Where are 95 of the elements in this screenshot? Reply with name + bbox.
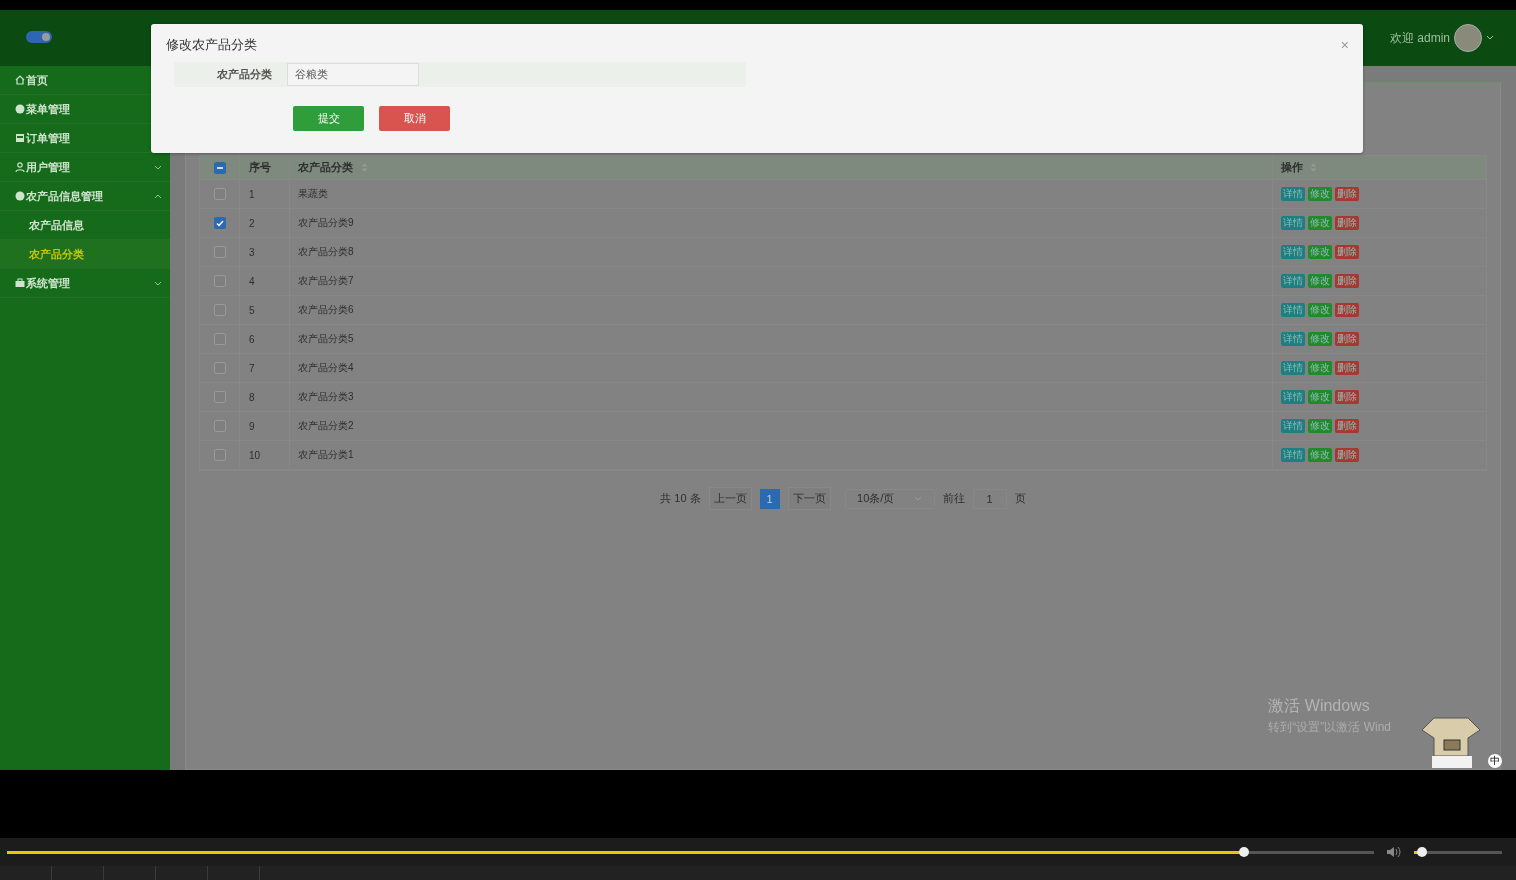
edit-button[interactable]: 修改 — [1308, 390, 1332, 404]
briefcase-icon — [15, 278, 25, 288]
table-cell: 农产品分类1 — [298, 448, 354, 462]
table-cell: 3 — [249, 246, 255, 258]
sidebar-subitem[interactable]: 农产品分类 — [0, 240, 170, 269]
table-cell: 9 — [249, 420, 255, 432]
table-cell: 农产品分类8 — [298, 245, 354, 259]
delete-button[interactable]: 删除 — [1335, 303, 1359, 317]
edit-button[interactable]: 修改 — [1308, 361, 1332, 375]
checkbox[interactable] — [213, 246, 226, 258]
table-cell: 6 — [249, 333, 255, 345]
cancel-button[interactable]: 取消 — [379, 106, 450, 131]
column-header: 操作 — [1281, 160, 1303, 175]
checkbox[interactable] — [213, 449, 226, 461]
table-cell: 5 — [249, 304, 255, 316]
delete-button[interactable]: 删除 — [1335, 419, 1359, 433]
dot-icon — [15, 191, 25, 201]
edit-button[interactable]: 修改 — [1308, 216, 1332, 230]
card-icon — [15, 133, 25, 143]
table-cell: 10 — [249, 449, 261, 461]
total-count: 共 10 条 — [660, 491, 701, 506]
page-number[interactable]: 1 — [759, 488, 780, 509]
avatar[interactable] — [1454, 24, 1482, 52]
close-button[interactable]: × — [1340, 37, 1349, 53]
edit-button[interactable]: 修改 — [1308, 303, 1332, 317]
checkbox[interactable] — [213, 217, 226, 229]
delete-button[interactable]: 删除 — [1335, 187, 1359, 201]
welcome-text: 欢迎 admin — [1389, 29, 1450, 47]
table-cell: 农产品分类9 — [298, 216, 354, 230]
table-cell: 农产品分类5 — [298, 332, 354, 346]
details-button[interactable]: 详情 — [1281, 245, 1305, 259]
field-label: 农产品分类 — [216, 67, 272, 82]
table-cell: 8 — [249, 391, 255, 403]
table-cell: 1 — [249, 188, 255, 200]
edit-button[interactable]: 修改 — [1308, 448, 1332, 462]
checkbox[interactable] — [213, 304, 226, 316]
submit-button[interactable]: 提交 — [293, 106, 364, 131]
column-header: 农产品分类 — [298, 160, 353, 175]
edit-button[interactable]: 修改 — [1308, 419, 1332, 433]
sort-icon[interactable] — [361, 163, 368, 172]
details-button[interactable]: 详情 — [1281, 303, 1305, 317]
checkbox[interactable] — [213, 275, 226, 287]
delete-button[interactable]: 删除 — [1335, 245, 1359, 259]
edit-button[interactable]: 修改 — [1308, 332, 1332, 346]
progress-bar[interactable] — [7, 850, 1374, 854]
table-cell: 农产品分类7 — [298, 274, 354, 288]
delete-button[interactable]: 删除 — [1335, 216, 1359, 230]
dot-icon — [15, 104, 25, 114]
dialog-title: 修改农产品分类 — [166, 36, 257, 54]
goto-label: 前往 — [942, 491, 965, 506]
sort-icon[interactable] — [1310, 163, 1317, 172]
delete-button[interactable]: 删除 — [1335, 361, 1359, 375]
table-cell: 农产品分类2 — [298, 419, 354, 433]
sidebar-item[interactable]: 农产品信息管理 — [0, 182, 170, 211]
checkbox[interactable] — [213, 420, 226, 432]
details-button[interactable]: 详情 — [1281, 332, 1305, 346]
home-icon — [15, 75, 25, 85]
page-input[interactable]: 1 — [972, 488, 1007, 509]
table-cell: 7 — [249, 362, 255, 374]
details-button[interactable]: 详情 — [1281, 448, 1305, 462]
page-suffix: 页 — [1014, 491, 1026, 506]
page-size-select[interactable]: 10条/页 — [844, 488, 935, 509]
details-button[interactable]: 详情 — [1281, 216, 1305, 230]
checkbox[interactable] — [213, 391, 226, 403]
sidebar-item[interactable]: 用户管理 — [0, 153, 170, 182]
caret-icon[interactable] — [1486, 35, 1494, 41]
column-header: 序号 — [249, 160, 271, 175]
table-cell: 农产品分类4 — [298, 361, 354, 375]
table-cell: 4 — [249, 275, 255, 287]
speaker-icon[interactable] — [1386, 846, 1402, 858]
delete-button[interactable]: 删除 — [1335, 390, 1359, 404]
delete-button[interactable]: 删除 — [1335, 332, 1359, 346]
edit-button[interactable]: 修改 — [1308, 274, 1332, 288]
details-button[interactable]: 详情 — [1281, 187, 1305, 201]
edit-button[interactable]: 修改 — [1308, 245, 1332, 259]
sidebar-item[interactable]: 系统管理 — [0, 269, 170, 298]
details-button[interactable]: 详情 — [1281, 390, 1305, 404]
table-cell: 农产品分类6 — [298, 303, 354, 317]
delete-button[interactable]: 删除 — [1335, 448, 1359, 462]
sidebar-toggle[interactable] — [26, 31, 52, 43]
user-icon — [15, 162, 25, 172]
checkbox[interactable] — [213, 333, 226, 345]
input-field[interactable]: 谷粮类 — [287, 63, 419, 86]
details-button[interactable]: 详情 — [1281, 274, 1305, 288]
delete-button[interactable]: 删除 — [1335, 274, 1359, 288]
checkbox[interactable] — [213, 362, 226, 374]
table-cell: 农产品分类3 — [298, 390, 354, 404]
table-cell: 果蔬类 — [298, 187, 328, 201]
table-cell: 2 — [249, 217, 255, 229]
details-button[interactable]: 详情 — [1281, 419, 1305, 433]
edit-button[interactable]: 修改 — [1308, 187, 1332, 201]
volume-slider[interactable] — [1414, 850, 1502, 854]
details-button[interactable]: 详情 — [1281, 361, 1305, 375]
checkbox[interactable] — [213, 161, 226, 174]
checkbox[interactable] — [213, 188, 226, 200]
